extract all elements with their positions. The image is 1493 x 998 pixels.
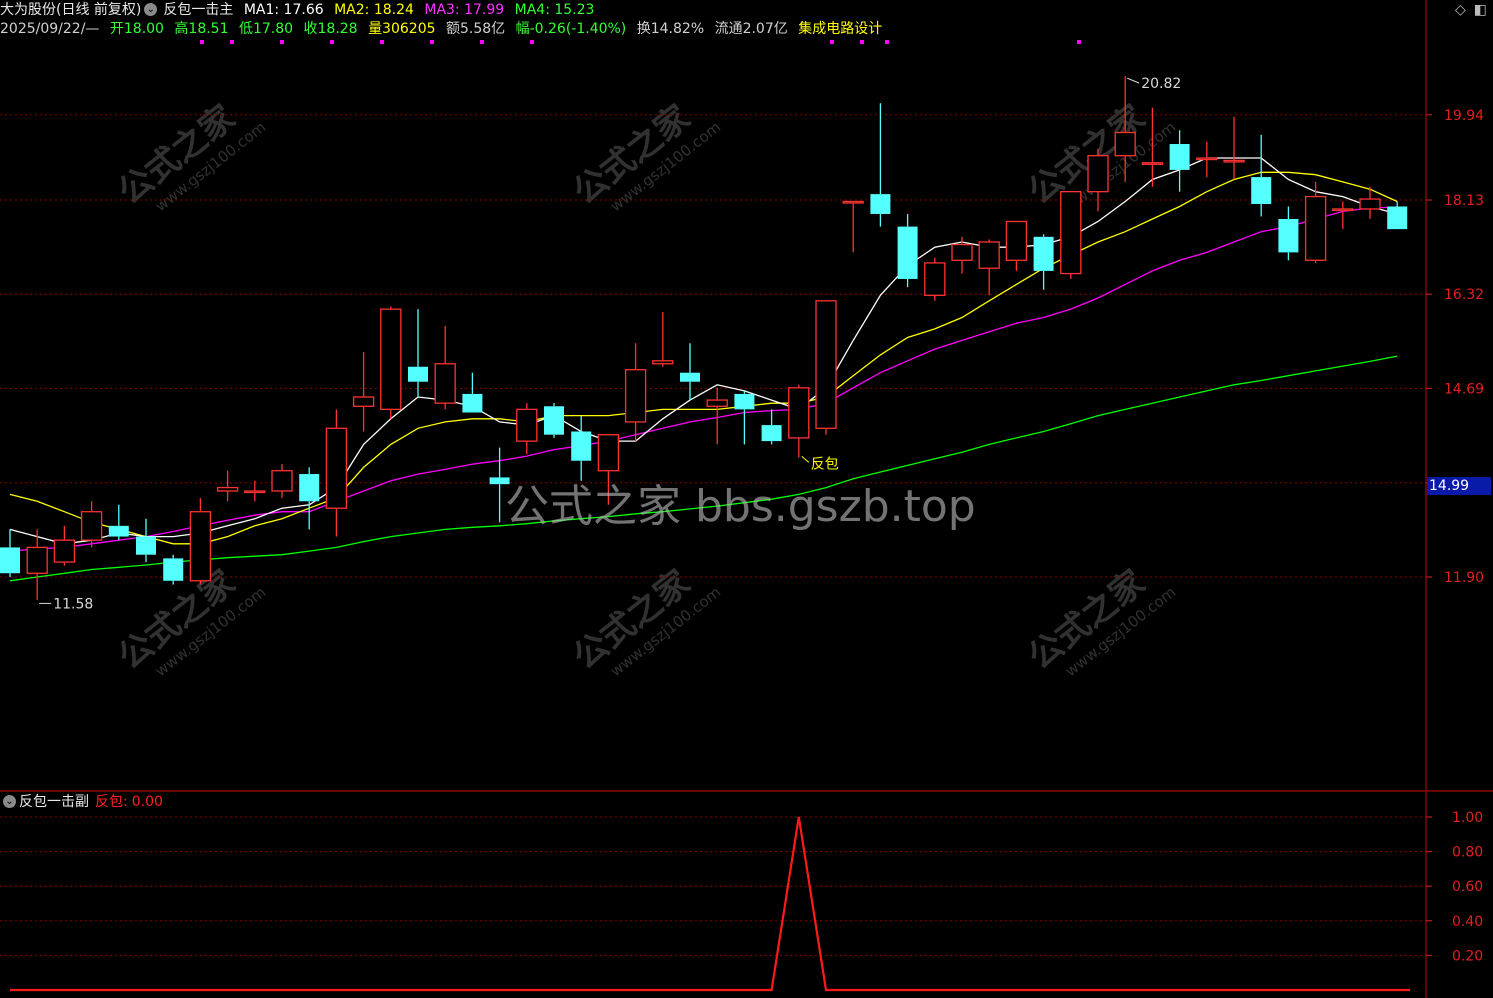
signal-line bbox=[10, 816, 1410, 992]
candle-body bbox=[1114, 131, 1136, 157]
candle-body bbox=[462, 393, 483, 413]
candle-body bbox=[706, 399, 728, 407]
y-axis-label: 18.13 bbox=[1444, 193, 1484, 209]
candle-body bbox=[815, 300, 837, 429]
low-label: 11.58 bbox=[53, 596, 93, 612]
signal-dot bbox=[200, 40, 204, 44]
signal-dot bbox=[230, 40, 234, 44]
high-label: 20.82 bbox=[1141, 76, 1181, 92]
signal-dot bbox=[860, 40, 864, 44]
candle-body bbox=[788, 387, 810, 439]
signal-dot bbox=[480, 40, 484, 44]
candle-body bbox=[380, 308, 402, 411]
candle-body bbox=[734, 393, 755, 410]
sub-y-axis-label: 0.80 bbox=[1452, 845, 1483, 861]
sub-y-axis-label: 0.40 bbox=[1452, 914, 1483, 930]
signal-dot bbox=[530, 40, 534, 44]
candle-body bbox=[978, 241, 1000, 269]
sub-y-axis-label: 1.00 bbox=[1452, 810, 1483, 826]
candle-body bbox=[951, 243, 973, 261]
candle-body bbox=[1141, 162, 1164, 165]
candle-body bbox=[1251, 177, 1272, 204]
candle-body bbox=[325, 427, 348, 509]
candle-body bbox=[1033, 236, 1054, 271]
candle-body bbox=[1359, 198, 1381, 210]
high-marker bbox=[1127, 77, 1140, 84]
candle-body bbox=[652, 360, 674, 365]
signal-dot bbox=[885, 40, 889, 44]
candle-body bbox=[1060, 191, 1082, 275]
candle-body bbox=[1332, 208, 1354, 212]
candle-body bbox=[408, 366, 428, 382]
dropdown-icon[interactable]: ⌄ bbox=[3, 794, 16, 808]
candle-body bbox=[924, 262, 946, 296]
candle-body bbox=[434, 363, 456, 404]
ma4-line bbox=[9, 355, 1398, 582]
candle-body bbox=[1169, 144, 1190, 170]
signal-dot bbox=[1077, 40, 1081, 44]
candle-body bbox=[1005, 220, 1028, 261]
sub-y-axis-label: 0.20 bbox=[1452, 948, 1483, 964]
sub-label: 反包: bbox=[95, 794, 128, 810]
current-price-tag: 14.99 bbox=[1427, 477, 1491, 495]
y-axis-label: 16.32 bbox=[1444, 287, 1484, 303]
candle-body bbox=[80, 511, 103, 541]
y-axis-label: 11.90 bbox=[1444, 570, 1484, 586]
signal-dot bbox=[830, 40, 834, 44]
sub-value: 0.00 bbox=[131, 794, 163, 810]
candle-body bbox=[108, 525, 129, 537]
candle-body bbox=[244, 490, 266, 494]
candle-body bbox=[571, 431, 592, 461]
signal-dot bbox=[280, 40, 284, 44]
candle-body bbox=[1196, 157, 1218, 161]
candle-body bbox=[597, 434, 620, 472]
candle-body bbox=[271, 470, 293, 492]
candle-body bbox=[53, 539, 76, 563]
candle-body bbox=[189, 511, 212, 582]
candle-body bbox=[163, 558, 184, 581]
candle-body bbox=[216, 486, 239, 492]
candle-body bbox=[761, 425, 782, 442]
sub-y-axis-label: 0.60 bbox=[1452, 879, 1483, 895]
y-axis-label: 19.94 bbox=[1444, 108, 1484, 124]
candle-body bbox=[136, 536, 156, 555]
sub-panel-header: ⌄ 反包一击副 反包: 0.00 bbox=[0, 792, 163, 812]
signal-dot bbox=[380, 40, 384, 44]
candle-body bbox=[680, 372, 700, 382]
candle-body bbox=[352, 396, 375, 407]
candle-body bbox=[1387, 206, 1408, 230]
candle-body bbox=[1304, 195, 1327, 261]
candle-body bbox=[1087, 155, 1109, 193]
candle-body bbox=[516, 408, 538, 442]
candle-body bbox=[26, 546, 48, 574]
candle-body bbox=[1223, 159, 1245, 163]
candle-body bbox=[299, 474, 320, 502]
candle-body bbox=[544, 406, 564, 435]
candle-body bbox=[624, 369, 647, 423]
signal-dot bbox=[330, 40, 334, 44]
y-axis-label: 14.69 bbox=[1444, 381, 1484, 397]
candle-body bbox=[897, 226, 918, 279]
sub-title[interactable]: 反包一击副 bbox=[19, 794, 89, 810]
candle-body bbox=[1278, 218, 1299, 253]
candle-body bbox=[0, 547, 20, 574]
candle-body bbox=[870, 194, 891, 214]
signal-arrow bbox=[801, 455, 810, 463]
signal-dot bbox=[430, 40, 434, 44]
candle-body bbox=[842, 200, 864, 204]
center-watermark: 公式之家 bbs.gszb.top bbox=[505, 481, 976, 532]
